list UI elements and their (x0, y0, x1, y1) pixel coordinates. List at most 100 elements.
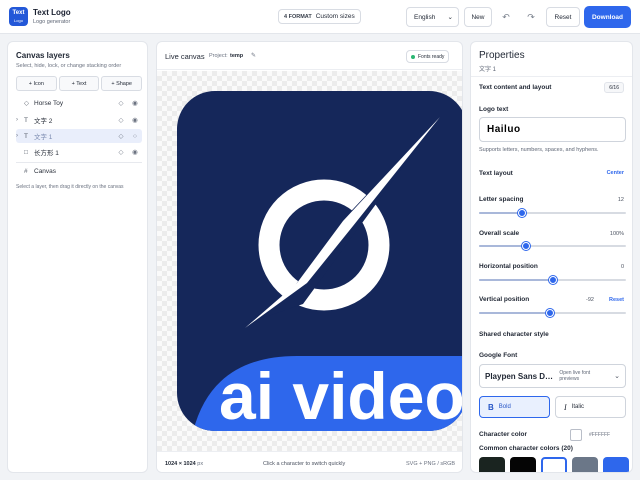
overall-scale-label: Overall scale (479, 230, 520, 237)
horizontal-position-value: 0 (620, 264, 624, 270)
add-icon-button[interactable]: + Icon (16, 76, 57, 91)
text-icon: T (24, 132, 28, 140)
italic-icon: I (564, 402, 567, 412)
text-icon: T (24, 116, 28, 124)
fonts-status-badge: Fonts ready (406, 50, 450, 63)
font-name: Playpen Sans Deva (485, 371, 554, 381)
character-color-hex[interactable]: #FFFFFF (589, 432, 610, 438)
bold-label: Bold (498, 404, 511, 410)
project-name: temp (230, 53, 244, 59)
logo-artwork[interactable]: ai video (157, 71, 463, 451)
italic-label: Italic (571, 404, 585, 410)
slider-thumb[interactable] (517, 209, 526, 217)
reset-button[interactable]: Reset (546, 7, 580, 27)
layer-name: 文字 2 (34, 118, 53, 125)
hash-icon: # (24, 167, 28, 175)
logo-text-note: Supports letters, numbers, spaces, and h… (479, 147, 599, 153)
divider (16, 162, 142, 163)
canvas-layer-item[interactable]: # Canvas (16, 164, 142, 178)
color-swatch[interactable] (603, 457, 629, 472)
add-text-button[interactable]: + Text (58, 76, 100, 91)
layer-expand-chevron[interactable]: › (16, 133, 24, 139)
slider-thumb[interactable] (522, 242, 531, 250)
slider-thumb[interactable] (548, 276, 557, 284)
edit-pencil-icon[interactable]: ✎ (251, 52, 256, 59)
layers-title: Canvas layers (16, 51, 70, 60)
layer-item[interactable]: ◇ Horse Toy ◇ ◉ (16, 96, 142, 110)
app-subtitle: Logo generator (33, 19, 71, 25)
banner-group: ai video (191, 356, 463, 433)
character-color-label: Character color (479, 431, 528, 438)
layers-hint: Select, hide, lock, or change stacking o… (16, 63, 122, 69)
section-text-layout: Text content and layout (479, 84, 552, 91)
eye-icon[interactable]: ◉ (128, 116, 142, 124)
layer-item[interactable]: □ 长方形 1 ◇ ◉ (16, 145, 142, 159)
add-shape-button[interactable]: + Shape (101, 76, 143, 91)
export-formats: SVG + PNG / sRGB (406, 461, 456, 467)
layer-item[interactable]: › T 文字 2 ◇ ◉ (16, 113, 142, 127)
horizontal-position-slider[interactable] (479, 276, 626, 284)
layer-name: Horse Toy (34, 99, 64, 107)
app-logo: Text Logo (9, 7, 28, 26)
undo-icon[interactable]: ↶ (498, 9, 514, 25)
canvas-size: 1024 × 1024 px (165, 461, 203, 467)
section-badge: 6/16 (604, 82, 624, 93)
slider-fill (479, 212, 522, 214)
layer-name: 长方形 1 (34, 150, 59, 157)
add-layer-row: + Icon + Text + Shape (16, 76, 143, 91)
format-selector[interactable]: 4 FORMAT Custom sizes (278, 9, 361, 24)
text-layout-value[interactable]: Center (607, 170, 624, 176)
eye-off-icon[interactable]: ○ (128, 133, 142, 140)
new-button[interactable]: New (464, 7, 492, 27)
logo-text-input[interactable] (479, 117, 626, 142)
redo-icon[interactable]: ↷ (523, 9, 539, 25)
lock-icon[interactable]: ◇ (114, 148, 128, 156)
canvas-title: Live canvas (165, 52, 205, 61)
canvas-area[interactable]: ai video (157, 71, 463, 451)
divider (471, 76, 632, 77)
overall-scale-slider[interactable] (479, 242, 626, 250)
properties-panel: Properties 文字 1 Text content and layout … (470, 41, 633, 473)
logo-text[interactable]: ai video (219, 359, 463, 433)
letter-spacing-slider[interactable] (479, 209, 626, 217)
color-swatch[interactable] (572, 457, 598, 472)
properties-subtitle: 文字 1 (479, 67, 497, 73)
language-value: English (414, 13, 436, 21)
character-color-swatch[interactable] (570, 429, 582, 441)
overall-scale-value: 100% (609, 231, 624, 237)
eye-icon[interactable]: ◉ (128, 148, 142, 156)
italic-button[interactable]: I Italic (555, 396, 626, 418)
letter-spacing-value: 12 (617, 197, 624, 203)
canvas-size-value: 1024 × 1024 (165, 461, 196, 467)
lock-icon[interactable]: ◇ (114, 99, 128, 107)
google-font-select[interactable]: Playpen Sans Deva Open live font preview… (479, 364, 626, 388)
common-colors-label: Common character colors (20) (479, 445, 573, 452)
properties-title: Properties (479, 50, 525, 61)
layer-item-selected[interactable]: › T 文字 1 ◇ ○ (16, 129, 142, 143)
format-label: Custom sizes (315, 13, 355, 20)
language-select[interactable]: English ⌄ (406, 7, 459, 27)
color-swatch[interactable] (510, 457, 536, 472)
fonts-status-text: Fonts ready (418, 53, 445, 60)
vertical-position-value: -92 (586, 297, 594, 303)
shared-style-label: Shared character style (479, 331, 549, 338)
slider-thumb[interactable] (545, 309, 554, 317)
bold-button[interactable]: B Bold (479, 396, 550, 418)
canvas-panel: Live canvas Project: temp ✎ Fonts ready … (156, 41, 463, 473)
color-swatch[interactable]: ✓ (541, 457, 567, 472)
google-font-label: Google Font (479, 352, 518, 359)
lock-icon[interactable]: ◇ (114, 132, 128, 140)
vertical-reset-button[interactable]: Reset (609, 297, 624, 303)
canvas-footer: 1024 × 1024 px Click a character to swit… (157, 451, 462, 472)
lock-icon[interactable]: ◇ (114, 116, 128, 124)
bold-icon: B (488, 402, 494, 412)
eye-icon[interactable]: ◉ (128, 99, 142, 107)
vertical-position-slider[interactable] (479, 309, 626, 317)
rectangle-icon: □ (24, 148, 28, 156)
download-button[interactable]: Download (584, 6, 631, 28)
canvas-header: Live canvas Project: temp ✎ Fonts ready (157, 42, 462, 70)
color-swatch[interactable] (479, 457, 505, 472)
slider-fill (479, 279, 553, 281)
layer-expand-chevron[interactable]: › (16, 117, 24, 123)
text-layout-label: Text layout (479, 170, 513, 177)
